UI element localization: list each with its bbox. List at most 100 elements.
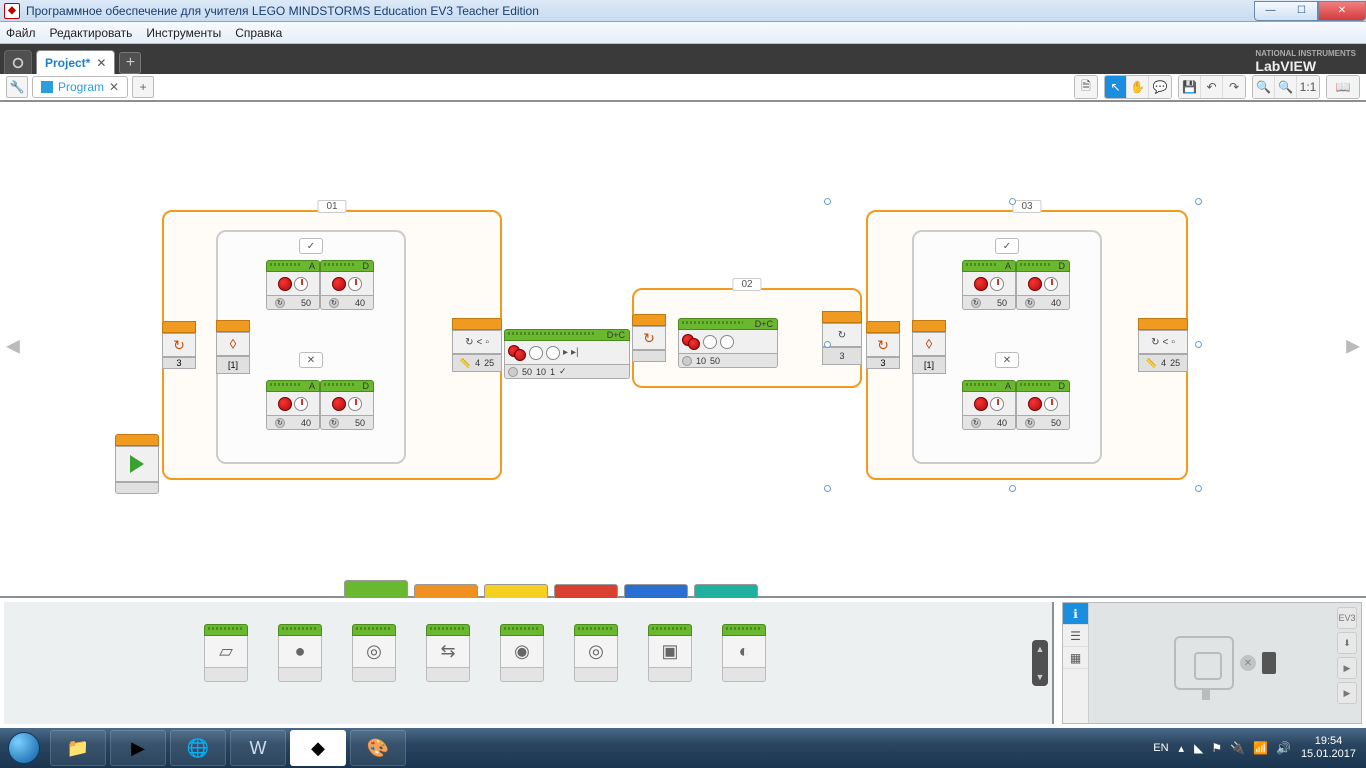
- download-icon[interactable]: ⬇: [1337, 632, 1357, 654]
- palette-block[interactable]: ▱: [204, 624, 248, 682]
- run-icon[interactable]: ▶: [1337, 657, 1357, 679]
- palette-block[interactable]: ⇆: [426, 624, 470, 682]
- sequence-nav-right-icon[interactable]: ▶: [1346, 336, 1360, 357]
- loop-start: ↻3: [162, 321, 196, 369]
- zoom-reset-button[interactable]: 1:1: [1297, 76, 1319, 98]
- taskbar-ev3-icon[interactable]: ◆: [290, 730, 346, 766]
- brick-info-icon[interactable]: ℹ: [1063, 603, 1088, 625]
- zoom-out-icon[interactable]: 🔍: [1253, 76, 1275, 98]
- brick-connection-view: ✕: [1089, 603, 1361, 723]
- brick-silhouette-icon: [1174, 636, 1234, 690]
- tray-volume-icon[interactable]: 🔊: [1276, 741, 1291, 755]
- add-project-button[interactable]: +: [119, 52, 141, 74]
- move-tank-block[interactable]: D+C 1050: [678, 318, 778, 368]
- add-program-button[interactable]: +: [132, 76, 154, 98]
- case-false-mark[interactable]: ✕: [299, 352, 323, 368]
- language-indicator[interactable]: EN: [1153, 742, 1168, 754]
- save-icon[interactable]: 💾: [1179, 76, 1201, 98]
- loop-label: 01: [317, 200, 346, 213]
- project-tab-bar: Project* ✕ + NATIONAL INSTRUMENTSLabVIEW: [0, 44, 1366, 74]
- palette-tab-advanced[interactable]: [624, 584, 688, 598]
- sequence-nav-left-icon[interactable]: ◀: [6, 336, 20, 357]
- document-group: 🗎: [1074, 75, 1098, 99]
- palette-category-tabs: [344, 584, 758, 598]
- palette-tab-data[interactable]: [554, 584, 618, 598]
- loop-label: 02: [732, 278, 761, 291]
- menu-edit[interactable]: Редактировать: [50, 26, 133, 40]
- window-titlebar: ◆ Программное обеспечение для учителя LE…: [0, 0, 1366, 22]
- palette-block[interactable]: ●: [278, 624, 322, 682]
- window-title: Программное обеспечение для учителя LEGO…: [26, 4, 539, 18]
- menu-tools[interactable]: Инструменты: [146, 26, 221, 40]
- taskbar-clock[interactable]: 19:54 15.01.2017: [1301, 735, 1356, 761]
- motor-pair-false: A ↻40 D ↻50: [266, 380, 374, 430]
- motor-block-d[interactable]: D ↻50: [320, 380, 374, 430]
- case-true-mark[interactable]: ✓: [299, 238, 323, 254]
- motor-block-a[interactable]: A ↻40: [266, 380, 320, 430]
- start-block[interactable]: [115, 434, 159, 494]
- motor-block-a[interactable]: A ↻50: [266, 260, 320, 310]
- palette-tab-myblocks[interactable]: [694, 584, 758, 598]
- start-button[interactable]: [0, 728, 48, 768]
- palette-scroll[interactable]: ▲▼: [1032, 640, 1048, 686]
- move-tank-block[interactable]: D+C ▸▸| 50101✓: [504, 329, 630, 379]
- run-selected-icon[interactable]: ▶: [1337, 682, 1357, 704]
- palette-block[interactable]: ◎: [352, 624, 396, 682]
- wrench-icon[interactable]: 🔧: [6, 76, 28, 98]
- pan-icon[interactable]: ✋: [1127, 76, 1149, 98]
- taskbar-word-icon[interactable]: W: [230, 730, 286, 766]
- system-tray: EN ▴ ◣ ⚑ 🔌 📶 🔊 19:54 15.01.2017: [1153, 735, 1366, 761]
- taskbar-explorer-icon[interactable]: 📁: [50, 730, 106, 766]
- comment-icon[interactable]: 💬: [1149, 76, 1171, 98]
- motor-pair-true: A ↻50 D ↻40: [266, 260, 374, 310]
- document-icon[interactable]: 🗎: [1075, 76, 1097, 98]
- palette-block[interactable]: ▣: [648, 624, 692, 682]
- ev3-label[interactable]: EV3: [1337, 607, 1357, 629]
- maximize-button[interactable]: ☐: [1286, 1, 1318, 21]
- available-bricks-icon[interactable]: ▦: [1063, 647, 1088, 669]
- bottom-panel: ▱ ● ◎ ⇆ ◉ ◎ ▣ ◐ ▲▼ ℹ ☰ ▦ ✕ EV3 ⬇ ▶ ▶: [0, 596, 1366, 728]
- palette-block[interactable]: ◎: [574, 624, 618, 682]
- lobby-button[interactable]: [4, 50, 32, 74]
- program-canvas[interactable]: ◀ ▶ 01 ↻3 ↻ < ▫ 📏425 ⬨[1] ✓ ✕ A: [0, 102, 1366, 590]
- motor-block-d[interactable]: D ↻40: [320, 260, 374, 310]
- app-icon: ◆: [4, 3, 20, 19]
- project-tab[interactable]: Project* ✕: [36, 50, 115, 74]
- palette-tab-flow[interactable]: [414, 584, 478, 598]
- menu-help[interactable]: Справка: [235, 26, 282, 40]
- close-button[interactable]: ✕: [1318, 1, 1366, 21]
- undo-icon[interactable]: ↶: [1201, 76, 1223, 98]
- minimize-button[interactable]: —: [1254, 1, 1286, 21]
- palette-block[interactable]: ◐: [722, 624, 766, 682]
- palette-tab-action[interactable]: [344, 580, 408, 598]
- content-editor-icon[interactable]: 📖: [1327, 76, 1359, 98]
- switch-block[interactable]: ⬨[1] ✓ ✕ A ↻50 D ↻40 A ↻40: [216, 230, 406, 464]
- tray-security-icon[interactable]: ◣: [1194, 741, 1203, 755]
- hardware-page: ℹ ☰ ▦ ✕: [1062, 602, 1362, 724]
- port-view-icon[interactable]: ☰: [1063, 625, 1088, 647]
- pointer-icon[interactable]: ↖: [1105, 76, 1127, 98]
- redo-icon[interactable]: ↷: [1223, 76, 1245, 98]
- close-icon[interactable]: ✕: [109, 80, 119, 94]
- loop-end[interactable]: ↻ < ▫ 📏425: [452, 318, 502, 372]
- taskbar-chrome-icon[interactable]: 🌐: [170, 730, 226, 766]
- zoom-group: 🔍 🔍 1:1: [1252, 75, 1320, 99]
- selection-handles: [828, 202, 1198, 488]
- palette-block[interactable]: ◉: [500, 624, 544, 682]
- tray-chevron-icon[interactable]: ▴: [1179, 742, 1185, 755]
- zoom-in-icon[interactable]: 🔍: [1275, 76, 1297, 98]
- loop-block-01[interactable]: 01 ↻3 ↻ < ▫ 📏425 ⬨[1] ✓ ✕ A ↻50 D: [162, 210, 502, 480]
- tray-power-icon[interactable]: 🔌: [1230, 741, 1245, 755]
- taskbar-paint-icon[interactable]: 🎨: [350, 730, 406, 766]
- menu-file[interactable]: Файл: [6, 26, 36, 40]
- program-tab[interactable]: Program ✕: [32, 76, 128, 98]
- tray-flag-icon[interactable]: ⚑: [1211, 741, 1222, 755]
- taskbar-media-icon[interactable]: ▶: [110, 730, 166, 766]
- close-icon[interactable]: ✕: [96, 56, 106, 70]
- program-tab-label: Program: [58, 80, 104, 94]
- block-palette: ▱ ● ◎ ⇆ ◉ ◎ ▣ ◐ ▲▼: [4, 602, 1054, 724]
- palette-tab-sensor[interactable]: [484, 584, 548, 598]
- tray-network-icon[interactable]: 📶: [1253, 741, 1268, 755]
- file-group: 💾 ↶ ↷: [1178, 75, 1246, 99]
- palette-block-list: ▱ ● ◎ ⇆ ◉ ◎ ▣ ◐: [4, 602, 1052, 682]
